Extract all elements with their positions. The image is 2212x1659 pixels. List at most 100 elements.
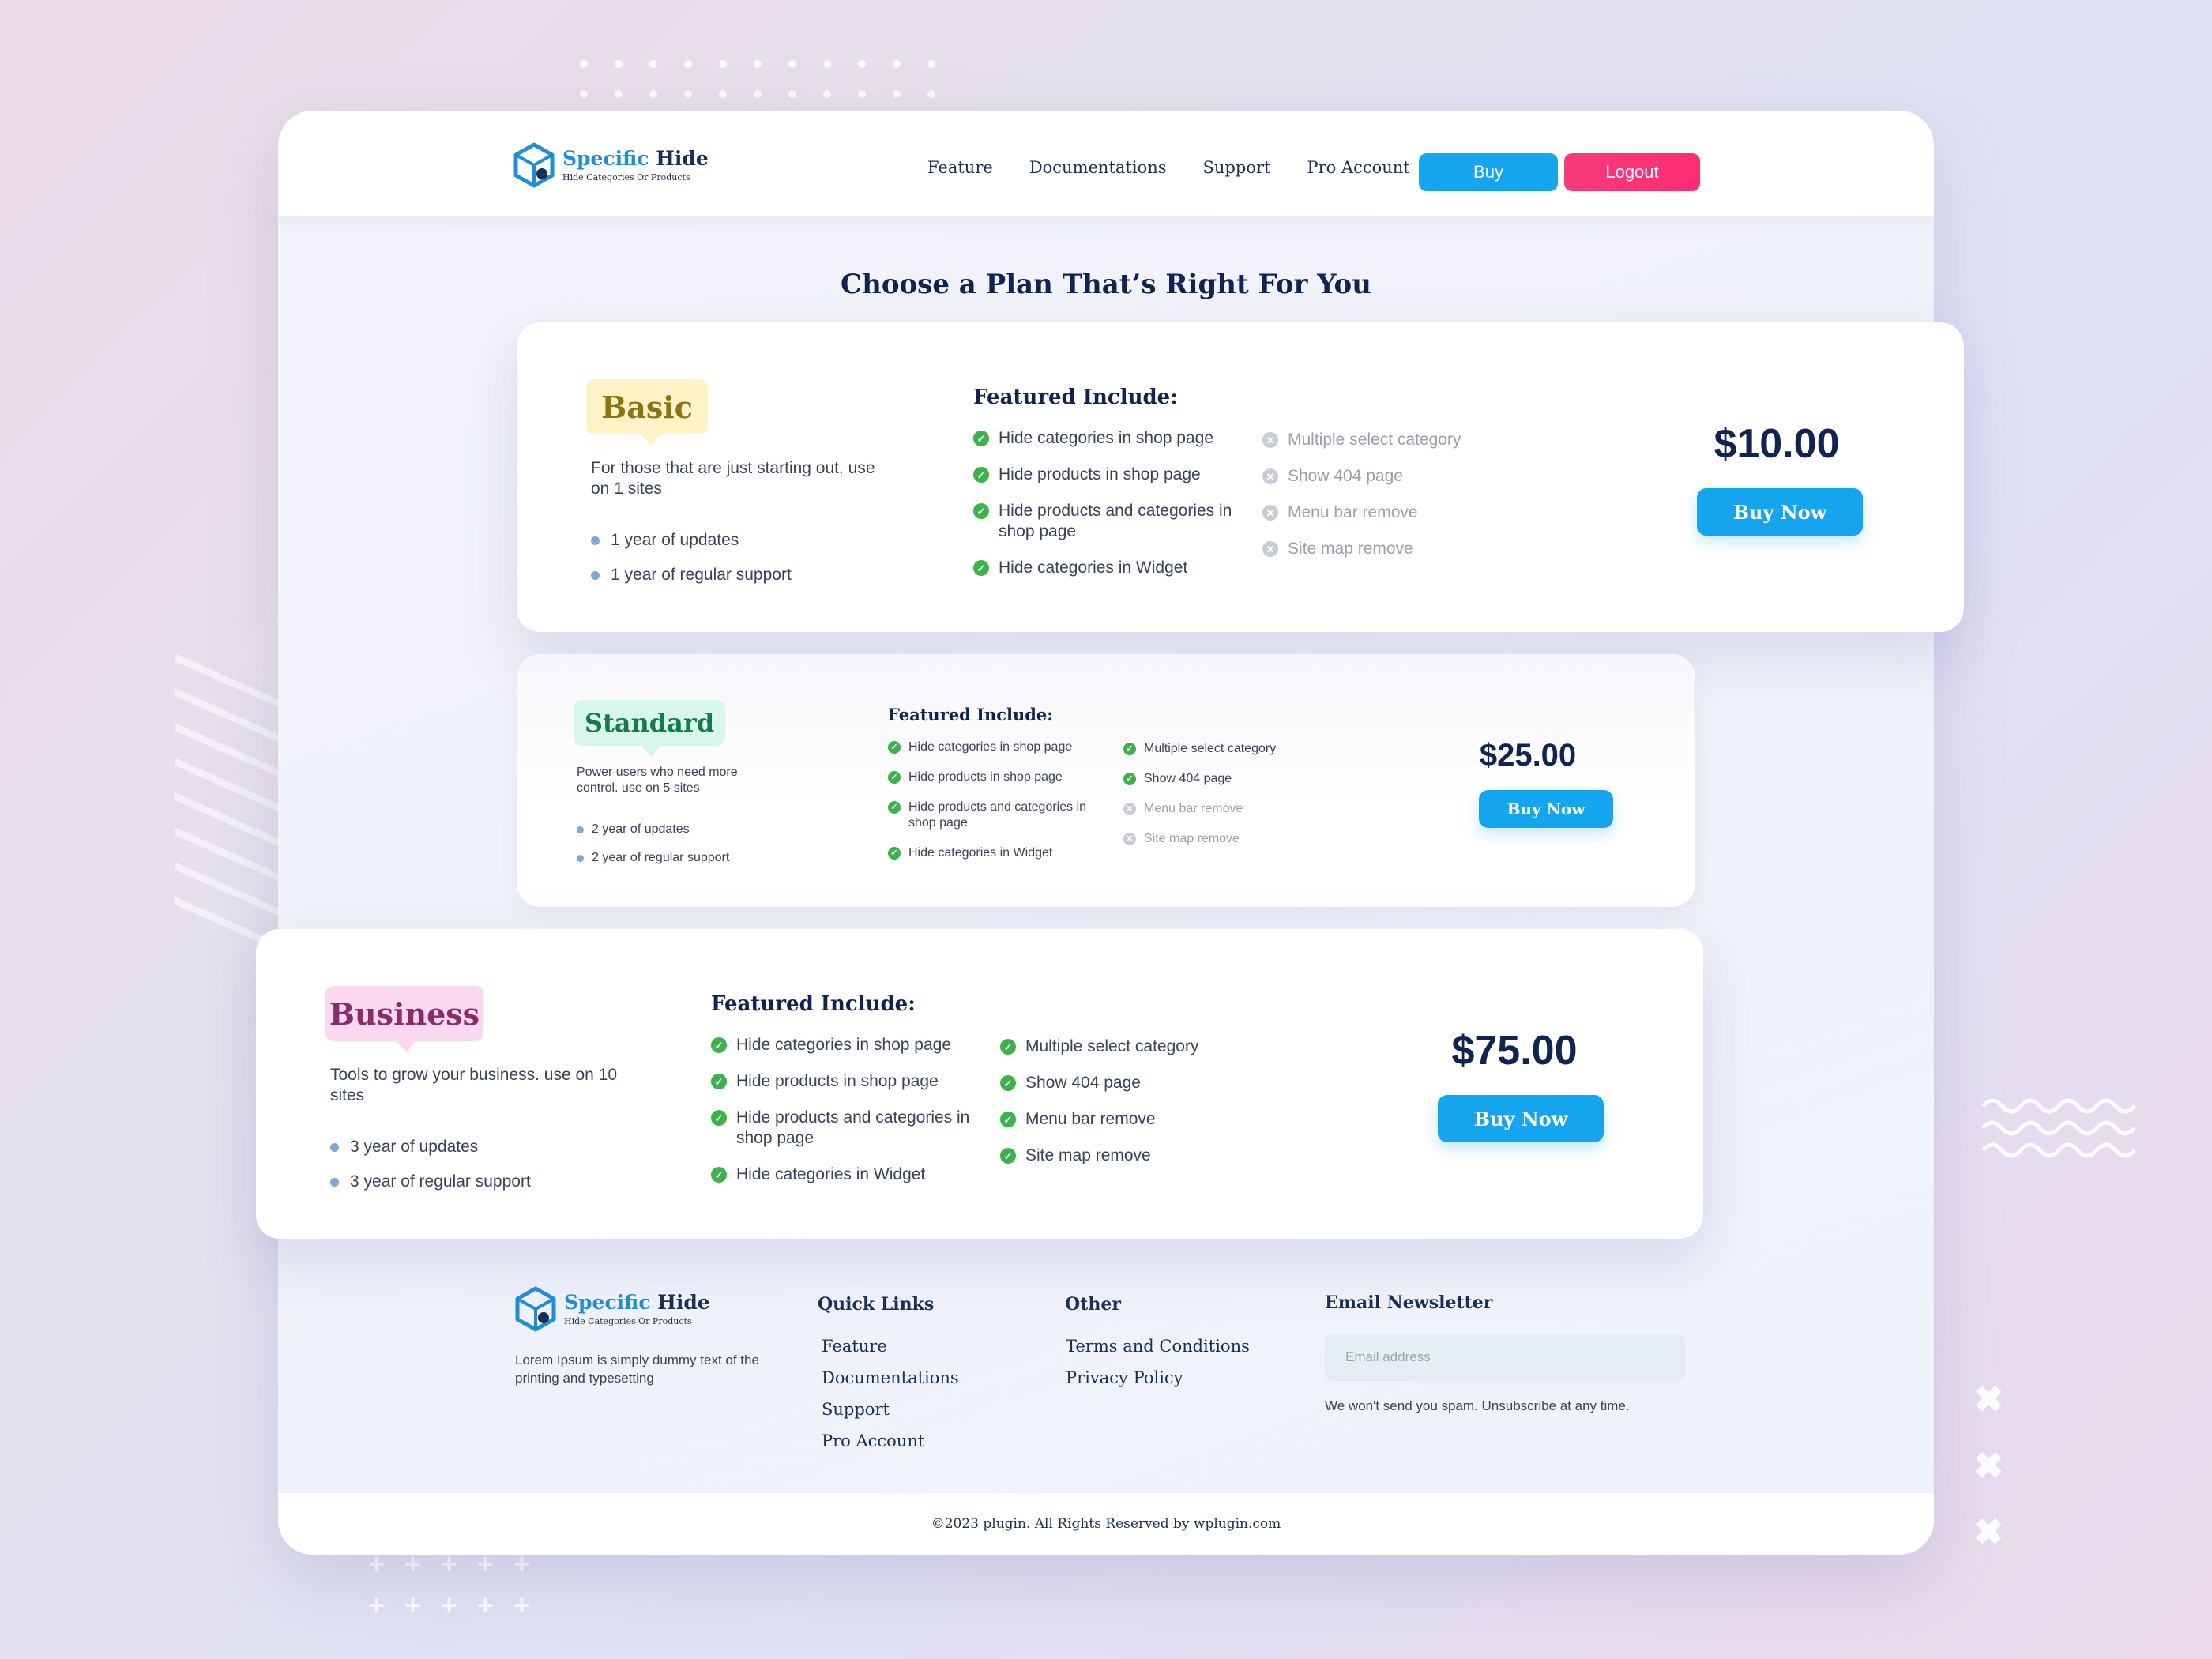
feature-label: Show 404 page: [1144, 772, 1232, 785]
feature-item: ✕ Show 404 page: [1262, 466, 1499, 487]
decorative-dots: [580, 60, 937, 98]
feature-label: Menu bar remove: [1144, 802, 1243, 815]
plan-name-badge: Business: [325, 986, 483, 1052]
footer-link-feature[interactable]: Feature: [822, 1337, 959, 1368]
feature-item: ✓ Show 404 page: [1123, 771, 1329, 787]
footer-link-privacy[interactable]: Privacy Policy: [1066, 1368, 1250, 1400]
plan-price: $10.00: [1714, 421, 1840, 467]
perk-item: 2 year of regular support: [577, 844, 729, 872]
plan-description: For those that are just starting out. us…: [591, 459, 875, 498]
decorative-pluses: + + + + + + + + + +: [368, 1548, 531, 1621]
brand-name-part2: Hide: [656, 146, 709, 170]
feature-item: ✓ Hide products in shop page: [711, 1071, 995, 1092]
plan-card-standard: Standard Power users who need more contr…: [517, 654, 1695, 907]
check-icon: ✓: [973, 503, 989, 519]
feature-label: Menu bar remove: [1025, 1110, 1156, 1128]
features-list-1: ✓ Hide categories in shop page ✓ Hide prod…: [888, 739, 1117, 875]
logout-button[interactable]: Logout: [1564, 153, 1700, 191]
feature-item: ✕ Menu bar remove: [1262, 502, 1499, 523]
buy-now-button[interactable]: Buy Now: [1479, 790, 1613, 828]
feature-item: ✓ Hide products and categories in shop pa…: [973, 501, 1258, 542]
check-icon: ✓: [1000, 1112, 1016, 1127]
plan-card-business: Business Tools to grow your business. us…: [256, 929, 1703, 1239]
feature-item: ✕ Site map remove: [1123, 831, 1329, 847]
check-icon: ✓: [711, 1167, 727, 1183]
feature-item: ✓ Multiple select category: [1123, 741, 1329, 757]
check-icon: ✓: [973, 431, 989, 446]
nav-feature[interactable]: Feature: [927, 158, 993, 177]
newsletter-title: Email Newsletter: [1325, 1292, 1493, 1313]
check-icon: ✓: [1000, 1075, 1016, 1091]
feature-item: ✓ Site map remove: [1000, 1146, 1237, 1166]
buy-now-button[interactable]: Buy Now: [1438, 1095, 1604, 1142]
feature-item: ✕ Menu bar remove: [1123, 801, 1329, 817]
features-list-1: ✓ Hide categories in shop page ✓ Hide prod…: [973, 428, 1258, 594]
buy-button[interactable]: Buy: [1419, 153, 1558, 191]
cross-icon: ✕: [1262, 541, 1278, 557]
brand-logo[interactable]: Specific Hide Hide Categories Or Product…: [514, 142, 709, 188]
footer-link-support[interactable]: Support: [822, 1400, 959, 1431]
decorative-crosses: ✖ ✖ ✖: [1973, 1379, 2004, 1552]
feature-label: Hide categories in shop page: [736, 1036, 952, 1054]
feature-item: ✓ Hide categories in Widget: [973, 558, 1258, 578]
check-icon: ✓: [711, 1074, 727, 1089]
feature-item: ✓ Hide categories in shop page: [973, 428, 1258, 449]
copyright-bar: ©2023 plugin. All Rights Reserved by wpl…: [278, 1493, 1934, 1555]
plan-name-badge: Standard: [574, 700, 725, 757]
cube-logo-icon: [515, 1286, 556, 1332]
feature-item: ✓ Show 404 page: [1000, 1073, 1237, 1093]
perk-item: 1 year of updates: [591, 523, 792, 558]
check-icon: ✓: [888, 847, 901, 860]
check-icon: ✓: [1123, 773, 1136, 785]
feature-label: Hide products and categories in shop pag…: [908, 800, 1087, 830]
features-list-2: ✓ Multiple select category ✓ Show 404 page…: [1000, 1036, 1237, 1182]
nav-documentations[interactable]: Documentations: [1029, 158, 1167, 177]
quick-links-title: Quick Links: [818, 1294, 935, 1315]
feature-label: Hide products and categories in shop pag…: [999, 502, 1232, 540]
plan-perks: 2 year of updates 2 year of regular supp…: [577, 815, 729, 872]
plan-price: $75.00: [1451, 1028, 1578, 1074]
feature-label: Hide products in shop page: [908, 770, 1063, 784]
brand-name-part1: Specific: [562, 146, 649, 170]
plan-card-basic: Basic For those that are just starting o…: [517, 322, 1964, 632]
footer-about-text: Lorem Ipsum is simply dummy text of the …: [515, 1352, 759, 1386]
feature-label: Hide products and categories in shop pag…: [736, 1108, 970, 1147]
page-title: Choose a Plan That’s Right For You: [841, 269, 1371, 300]
check-icon: ✓: [1000, 1148, 1016, 1164]
nav-support[interactable]: Support: [1203, 158, 1271, 177]
feature-label: Menu bar remove: [1288, 503, 1418, 521]
features-title: Featured Include:: [888, 705, 1054, 724]
buy-now-button[interactable]: Buy Now: [1697, 488, 1863, 536]
other-links-title: Other: [1065, 1294, 1121, 1315]
cross-icon: ✕: [1262, 432, 1278, 448]
quick-links-list: Feature Documentations Support Pro Accou…: [822, 1337, 959, 1463]
footer-brand-name-part1: Specific: [564, 1290, 651, 1314]
footer-brand-logo[interactable]: Specific Hide Hide Categories Or Product…: [515, 1286, 710, 1332]
check-icon: ✓: [711, 1110, 727, 1126]
feature-item: ✓ Hide products in shop page: [888, 769, 1117, 785]
features-title: Featured Include:: [973, 386, 1178, 409]
check-icon: ✓: [888, 801, 901, 814]
perk-item: 3 year of updates: [330, 1130, 531, 1164]
feature-label: Multiple select category: [1144, 742, 1277, 755]
feature-label: Hide categories in Widget: [999, 559, 1188, 577]
nav-pro-account[interactable]: Pro Account: [1307, 158, 1409, 177]
feature-label: Site map remove: [1025, 1146, 1151, 1164]
plan-description: Power users who need more control. use o…: [577, 766, 738, 795]
footer-link-pro-account[interactable]: Pro Account: [822, 1431, 959, 1463]
footer-brand-tagline: Hide Categories Or Products: [564, 1315, 692, 1326]
newsletter-email-input[interactable]: [1325, 1334, 1685, 1381]
footer-link-terms[interactable]: Terms and Conditions: [1066, 1337, 1250, 1368]
footer-link-documentations[interactable]: Documentations: [822, 1368, 959, 1400]
check-icon: ✓: [888, 741, 901, 754]
footer-brand-name-part2: Hide: [657, 1290, 710, 1314]
site-header: Specific Hide Hide Categories Or Product…: [278, 111, 1934, 216]
feature-item: ✓ Multiple select category: [1000, 1036, 1237, 1057]
plan-price: $25.00: [1479, 738, 1577, 773]
check-icon: ✓: [711, 1037, 727, 1053]
check-icon: ✓: [973, 560, 989, 576]
features-title: Featured Include:: [711, 992, 916, 1016]
feature-label: Multiple select category: [1288, 431, 1462, 449]
feature-label: Hide categories in shop page: [908, 740, 1073, 754]
main-nav: Feature Documentations Support Pro Accou…: [927, 158, 1410, 177]
